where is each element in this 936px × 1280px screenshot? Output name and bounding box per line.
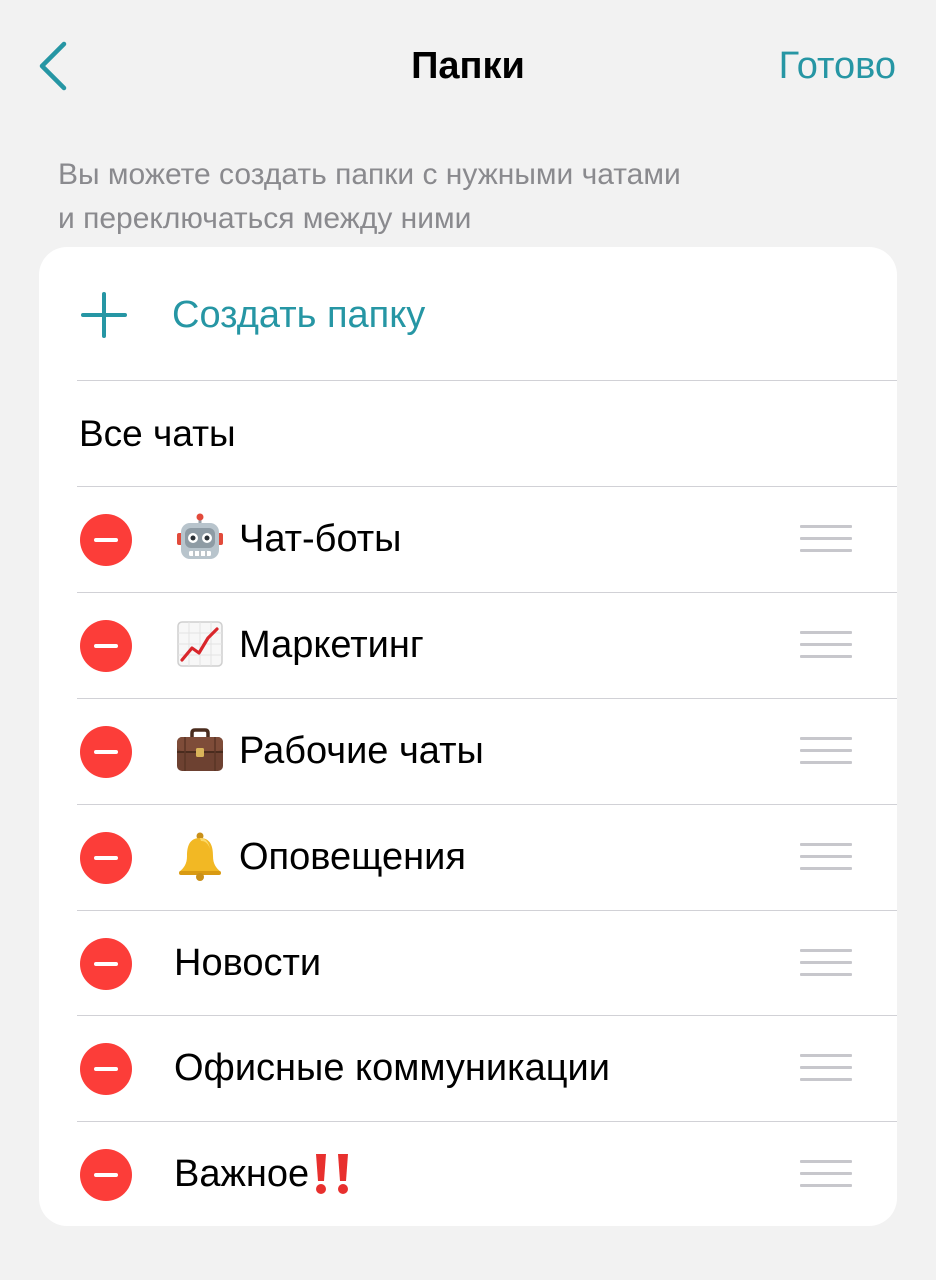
drag-handle[interactable] [800, 949, 852, 977]
drag-handle[interactable] [800, 1160, 852, 1188]
navigation-bar: Папки Готово [0, 0, 936, 130]
drag-handle[interactable] [800, 737, 852, 765]
folder-label: Новости [174, 942, 322, 984]
chevron-left-icon [39, 41, 67, 91]
all-chats-label: Все чаты [79, 413, 236, 454]
drag-handle[interactable] [800, 525, 852, 553]
folders-card: Создать папку Все чаты Чат-боты Маркетин… [39, 247, 897, 1226]
folder-row-chat-bots: Чат-боты [39, 487, 897, 592]
hint-line-1: Вы можете создать папки с нужными чатами [58, 158, 681, 191]
double-exclamation-icon [316, 1154, 349, 1194]
remove-folder-button[interactable] [80, 832, 132, 884]
remove-folder-button[interactable] [80, 726, 132, 778]
folder-row-work-chats: Рабочие чаты [39, 699, 897, 804]
folder-row-important: Важное [39, 1122, 897, 1226]
remove-folder-button[interactable] [80, 514, 132, 566]
folder-row-marketing: Маркетинг [39, 593, 897, 698]
chart-increasing-icon [177, 621, 223, 667]
drag-handle[interactable] [800, 843, 852, 871]
hint-line-2: и переключаться между ними [58, 202, 472, 235]
all-chats-row: Все чаты [39, 381, 897, 486]
folder-label: Важное [174, 1153, 310, 1195]
create-folder-button[interactable]: Создать папку [39, 247, 897, 380]
remove-folder-button[interactable] [80, 1149, 132, 1201]
remove-folder-button[interactable] [80, 1043, 132, 1095]
done-button[interactable]: Готово [779, 40, 896, 92]
folder-label: Оповещения [239, 836, 466, 878]
folder-row-news: Новости [39, 911, 897, 1016]
folder-label: Чат-боты [239, 518, 402, 560]
drag-handle[interactable] [800, 1054, 852, 1082]
plus-icon [81, 292, 127, 338]
remove-folder-button[interactable] [80, 938, 132, 990]
robot-icon [177, 513, 223, 559]
folder-row-office-communications: Офисные коммуникации [39, 1016, 897, 1121]
create-folder-label: Создать папку [172, 294, 426, 336]
folder-label: Маркетинг [239, 624, 424, 666]
folder-label: Рабочие чаты [239, 730, 484, 772]
bell-icon [179, 832, 221, 881]
hint-text: Вы можете создать папки с нужными чатами… [58, 153, 818, 241]
folder-row-notifications: Оповещения [39, 805, 897, 910]
remove-folder-button[interactable] [80, 620, 132, 672]
back-button[interactable] [28, 38, 84, 94]
drag-handle[interactable] [800, 631, 852, 659]
briefcase-icon [177, 728, 223, 771]
folder-label: Офисные коммуникации [174, 1047, 610, 1089]
folder-label-wrapper: Важное [174, 1149, 355, 1199]
